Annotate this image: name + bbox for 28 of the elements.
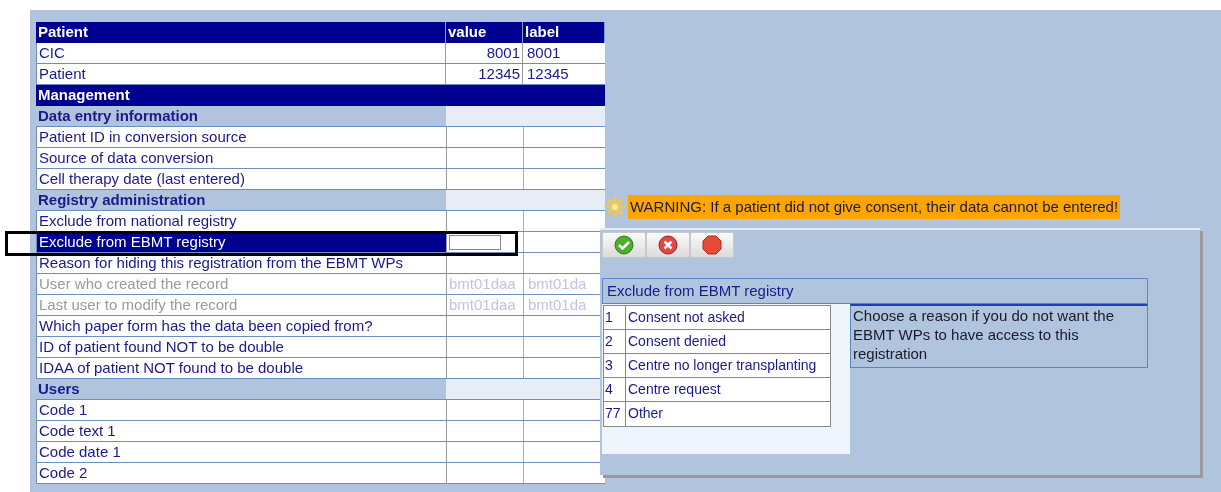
stop-icon	[702, 235, 722, 255]
table-cell: bmt01da	[528, 275, 587, 292]
cancel-button[interactable]	[646, 232, 690, 258]
table-cell: CIC	[36, 43, 446, 63]
table-cell: bmt01da	[528, 296, 587, 313]
list-title: Exclude from EBMT registry	[602, 278, 1148, 304]
table-cell: 8001	[446, 43, 523, 63]
warning-message: WARNING: If a patient did not give consent, their data cannot be entered!	[628, 195, 1121, 219]
selected-row[interactable]: Exclude from EBMT registry	[36, 232, 446, 252]
description-text: Choose a reason if you do not want the EBMT WPs to have access to this registration	[850, 304, 1148, 368]
ok-button[interactable]	[602, 232, 646, 258]
checkmark-icon	[614, 235, 634, 255]
close-icon	[658, 235, 678, 255]
table-cell: 12345	[446, 64, 523, 84]
sparkle-icon	[604, 196, 626, 218]
group-header: Management	[36, 85, 605, 106]
table-cell: bmt01daa	[449, 295, 516, 315]
option-item[interactable]: 3 Centre no longer transplanting	[604, 354, 830, 378]
option-item[interactable]: 77 Other	[604, 402, 830, 426]
table-cell-text: 8001	[526, 43, 562, 63]
option-item[interactable]: 4 Centre request	[604, 378, 830, 402]
option-item[interactable]: 2 Consent denied	[604, 330, 830, 354]
table-cell-text: 12345	[526, 64, 570, 84]
option-item[interactable]: 1 Consent not asked	[604, 306, 830, 330]
stop-button[interactable]	[690, 232, 734, 258]
input-field[interactable]	[449, 234, 501, 250]
table-cell: bmt01daa	[449, 274, 516, 294]
table-cell: Patient	[36, 64, 446, 84]
